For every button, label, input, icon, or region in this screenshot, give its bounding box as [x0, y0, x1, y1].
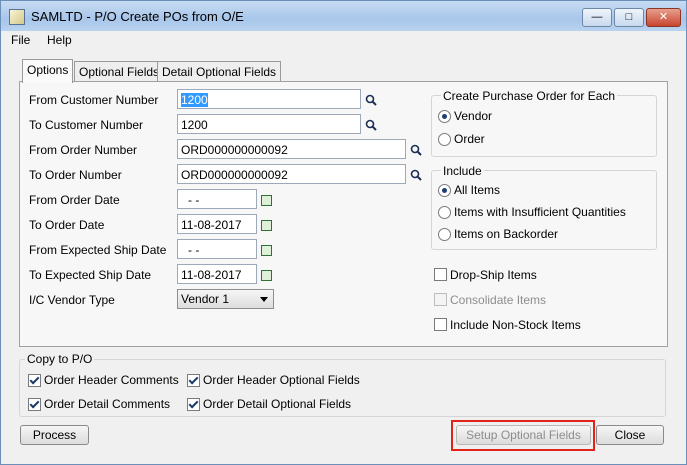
non-stock-checkbox[interactable] [434, 318, 447, 331]
order-header-comments-label[interactable]: Order Header Comments [44, 373, 179, 387]
create-po-group-title: Create Purchase Order for Each [441, 89, 618, 103]
from-ship-date-input[interactable]: - - [177, 239, 257, 259]
to-ship-date-input[interactable]: 11-08-2017 [177, 264, 257, 284]
radio-backorder[interactable] [438, 228, 451, 241]
from-customer-input[interactable]: 1200 [177, 89, 361, 109]
title-bar[interactable]: SAMLTD - P/O Create POs from O/E — □ ✕ [1, 1, 686, 31]
calendar-icon[interactable] [261, 195, 272, 206]
vendor-type-value: Vendor 1 [181, 292, 230, 306]
order-detail-comments-checkbox[interactable] [28, 398, 41, 411]
calendar-icon[interactable] [261, 245, 272, 256]
close-icon: ✕ [658, 11, 669, 23]
search-icon[interactable] [365, 119, 377, 131]
calendar-icon[interactable] [261, 270, 272, 281]
drop-ship-label[interactable]: Drop-Ship Items [450, 268, 537, 282]
radio-vendor[interactable] [438, 110, 451, 123]
from-order-input[interactable]: ORD000000000092 [177, 139, 406, 159]
window-title: SAMLTD - P/O Create POs from O/E [31, 9, 244, 24]
close-window-button[interactable]: ✕ [646, 8, 681, 27]
radio-all-items[interactable] [438, 184, 451, 197]
to-customer-input[interactable]: 1200 [177, 114, 361, 134]
app-icon [9, 9, 25, 25]
search-icon[interactable] [365, 94, 377, 106]
search-icon[interactable] [410, 144, 422, 156]
to-customer-label: To Customer Number [29, 118, 144, 132]
chevron-down-icon [260, 297, 268, 302]
include-group-title: Include [441, 164, 484, 178]
copy-to-po-title: Copy to P/O [25, 352, 95, 366]
tab-detail-optional-fields[interactable]: Detail Optional Fields [157, 61, 282, 82]
minimize-icon: — [591, 11, 603, 23]
menu-help[interactable]: Help [47, 33, 72, 47]
menu-file[interactable]: File [11, 33, 30, 47]
main-window: SAMLTD - P/O Create POs from O/E — □ ✕ F… [0, 0, 687, 465]
radio-order[interactable] [438, 133, 451, 146]
maximize-icon: □ [625, 11, 633, 23]
vendor-type-select[interactable]: Vendor 1 [177, 289, 274, 309]
order-detail-optional-fields-label[interactable]: Order Detail Optional Fields [203, 397, 351, 411]
close-button[interactable]: Close [596, 425, 664, 445]
from-ship-date-label: From Expected Ship Date [29, 243, 167, 257]
order-header-optional-fields-label[interactable]: Order Header Optional Fields [203, 373, 360, 387]
from-customer-value: 1200 [181, 93, 208, 107]
from-customer-label: From Customer Number [29, 93, 159, 107]
radio-all-items-label[interactable]: All Items [454, 183, 500, 197]
consolidate-checkbox [434, 293, 447, 306]
from-order-label: From Order Number [29, 143, 138, 157]
maximize-button[interactable]: □ [614, 8, 644, 27]
to-order-label: To Order Number [29, 168, 122, 182]
to-order-date-input[interactable]: 11-08-2017 [177, 214, 257, 234]
order-header-comments-checkbox[interactable] [28, 374, 41, 387]
to-order-input[interactable]: ORD000000000092 [177, 164, 406, 184]
radio-vendor-label[interactable]: Vendor [454, 109, 492, 123]
non-stock-label[interactable]: Include Non-Stock Items [450, 318, 581, 332]
tab-options[interactable]: Options [22, 59, 74, 83]
highlight-box [451, 420, 595, 451]
radio-insufficient-qty-label[interactable]: Items with Insufficient Quantities [454, 205, 626, 219]
minimize-button[interactable]: — [582, 8, 612, 27]
consolidate-label: Consolidate Items [450, 293, 547, 307]
order-detail-optional-fields-checkbox[interactable] [187, 398, 200, 411]
tab-optional-fields[interactable]: Optional Fields [74, 61, 165, 82]
create-po-group [431, 95, 657, 157]
to-ship-date-label: To Expected Ship Date [29, 268, 152, 282]
from-order-date-input[interactable]: - - [177, 189, 257, 209]
radio-insufficient-qty[interactable] [438, 206, 451, 219]
radio-order-label[interactable]: Order [454, 132, 485, 146]
order-header-optional-fields-checkbox[interactable] [187, 374, 200, 387]
search-icon[interactable] [410, 169, 422, 181]
radio-backorder-label[interactable]: Items on Backorder [454, 227, 558, 241]
from-order-date-label: From Order Date [29, 193, 120, 207]
calendar-icon[interactable] [261, 220, 272, 231]
menu-bar: File Help [1, 31, 686, 49]
process-button[interactable]: Process [20, 425, 89, 445]
drop-ship-checkbox[interactable] [434, 268, 447, 281]
to-order-date-label: To Order Date [29, 218, 105, 232]
vendor-type-label: I/C Vendor Type [29, 293, 115, 307]
order-detail-comments-label[interactable]: Order Detail Comments [44, 397, 170, 411]
